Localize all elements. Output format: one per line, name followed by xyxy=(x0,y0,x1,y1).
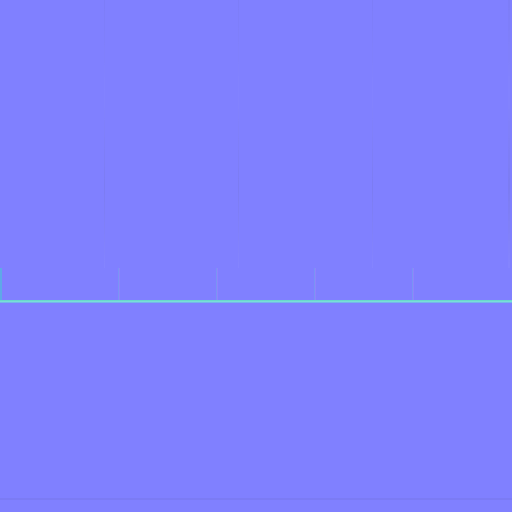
tick-mark xyxy=(0,268,2,300)
tick-mark xyxy=(216,268,218,300)
vertical-seam xyxy=(238,0,239,268)
tick-mark xyxy=(412,268,414,300)
vertical-seam xyxy=(508,0,510,268)
normal-map-texture xyxy=(0,0,512,512)
vertical-seam xyxy=(372,0,373,268)
tick-mark xyxy=(118,268,120,300)
bottom-seam xyxy=(0,498,512,500)
tick-mark xyxy=(314,268,316,300)
vertical-seam xyxy=(104,0,105,268)
horizontal-edge-line xyxy=(0,300,512,303)
